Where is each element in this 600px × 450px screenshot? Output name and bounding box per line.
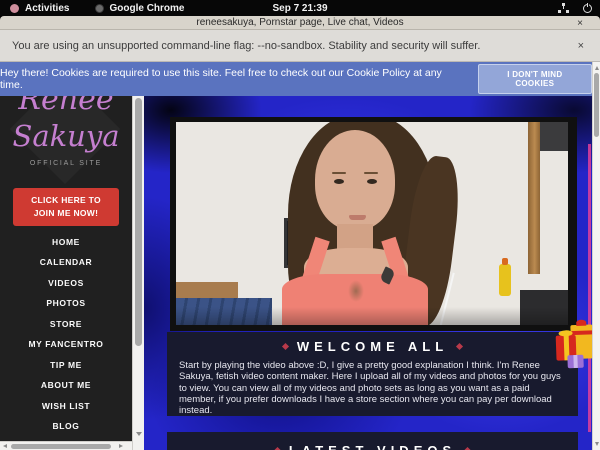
- clock[interactable]: Sep 7 21:39: [0, 3, 600, 14]
- official-site-tagline: OFFICIAL SITE: [0, 160, 132, 167]
- sidebar-vertical-scrollbar[interactable]: [132, 96, 144, 450]
- sidebar-hscroll-thumb[interactable]: [11, 444, 111, 449]
- top-bar: Activities Google Chrome Sep 7 21:39: [0, 0, 600, 16]
- window-close-icon[interactable]: ×: [577, 16, 583, 30]
- cookie-accept-button[interactable]: I DON'T MIND COOKIES: [478, 64, 592, 94]
- cookie-banner: Hey there! Cookies are required to use t…: [0, 62, 592, 96]
- video-vignette: [176, 307, 568, 325]
- sidebar-item-blog[interactable]: BLOG: [0, 416, 132, 437]
- welcome-title: WELCOME ALL: [297, 339, 448, 354]
- sidebar-item-store[interactable]: STORE: [0, 313, 132, 334]
- diamond-icon: [456, 343, 463, 350]
- activities-label: Activities: [25, 3, 69, 14]
- site-logo[interactable]: Renee Sakuya: [0, 96, 132, 151]
- window-title-bar: reneesakuya, Pornstar page, Live chat, V…: [0, 16, 600, 30]
- sidebar-item-calendar[interactable]: CALENDAR: [0, 252, 132, 273]
- flag-warning-bar: You are using an unsupported command-lin…: [0, 30, 600, 62]
- video-shading: [348, 280, 364, 302]
- app-menu-button[interactable]: Google Chrome: [95, 3, 184, 14]
- logo-line1: Renee: [0, 96, 132, 113]
- sidebar-hscroll-left-arrow-icon[interactable]: [3, 444, 7, 448]
- page-scroll-down-arrow-icon[interactable]: [595, 442, 599, 446]
- video-bottle: [499, 264, 511, 296]
- sidebar-horizontal-scrollbar[interactable]: [0, 441, 132, 450]
- sidebar-hscroll-right-arrow-icon[interactable]: [119, 444, 123, 448]
- logo-line2: Sakuya: [0, 121, 132, 151]
- video-still[interactable]: [176, 122, 568, 325]
- chrome-icon: [95, 4, 104, 13]
- power-icon[interactable]: [583, 4, 592, 13]
- video-door-frame: [528, 122, 540, 274]
- video-person-eye-left: [334, 179, 344, 184]
- sidebar-item-wish-list[interactable]: WISH LIST: [0, 395, 132, 416]
- page-vertical-scrollbar[interactable]: [592, 62, 600, 450]
- video-person-lips: [349, 215, 366, 220]
- sidebar-vscroll-down-arrow-icon[interactable]: [136, 432, 142, 436]
- app-menu-label: Google Chrome: [109, 3, 184, 14]
- sidebar-item-home[interactable]: HOME: [0, 231, 132, 252]
- page-content: Renee Sakuya OFFICIAL SITE CLICK HERE TO…: [0, 96, 600, 450]
- welcome-panel: WELCOME ALL Start by playing the video a…: [167, 332, 578, 416]
- gift-box-purple-icon: [567, 355, 583, 369]
- flag-warning-text: You are using an unsupported command-lin…: [12, 40, 480, 52]
- side-tab-strip[interactable]: [588, 144, 591, 432]
- sidebar: Renee Sakuya OFFICIAL SITE CLICK HERE TO…: [0, 96, 132, 441]
- sidebar-item-videos[interactable]: VIDEOS: [0, 272, 132, 293]
- sidebar-nav: HOME CALENDAR VIDEOS PHOTOS STORE MY FAN…: [0, 231, 132, 436]
- page-scroll-thumb[interactable]: [594, 73, 599, 137]
- window-title: reneesakuya, Pornstar page, Live chat, V…: [196, 17, 403, 28]
- gift-tip-widget[interactable]: [554, 321, 592, 368]
- main-content: WELCOME ALL Start by playing the video a…: [144, 96, 592, 450]
- activities-button[interactable]: Activities: [10, 3, 69, 14]
- sidebar-item-about-me[interactable]: ABOUT ME: [0, 375, 132, 396]
- video-player[interactable]: [170, 117, 577, 331]
- screen: Activities Google Chrome Sep 7 21:39 ren…: [0, 0, 600, 450]
- video-person-brow-right: [364, 172, 378, 174]
- join-now-button[interactable]: CLICK HERE TO JOIN ME NOW!: [13, 188, 119, 226]
- video-person-eye-right: [367, 179, 377, 184]
- latest-videos-panel: LATEST VIDEOS: [167, 432, 578, 450]
- activities-icon: [10, 4, 19, 13]
- cookie-message: Hey there! Cookies are required to use t…: [0, 67, 456, 91]
- page-scroll-up-arrow-icon[interactable]: [595, 66, 599, 70]
- flag-warning-close-icon[interactable]: ×: [578, 40, 584, 52]
- welcome-body-text: Start by playing the video above :D, I g…: [167, 354, 578, 416]
- video-person-brow-left: [332, 172, 346, 174]
- latest-videos-title: LATEST VIDEOS: [289, 443, 456, 450]
- sidebar-item-photos[interactable]: PHOTOS: [0, 293, 132, 314]
- network-icon[interactable]: [558, 3, 569, 13]
- sidebar-item-tip-me[interactable]: TIP ME: [0, 354, 132, 375]
- sidebar-item-my-fancentro[interactable]: MY FANCENTRO: [0, 334, 132, 355]
- diamond-icon: [282, 343, 289, 350]
- sidebar-vscroll-thumb[interactable]: [135, 98, 142, 346]
